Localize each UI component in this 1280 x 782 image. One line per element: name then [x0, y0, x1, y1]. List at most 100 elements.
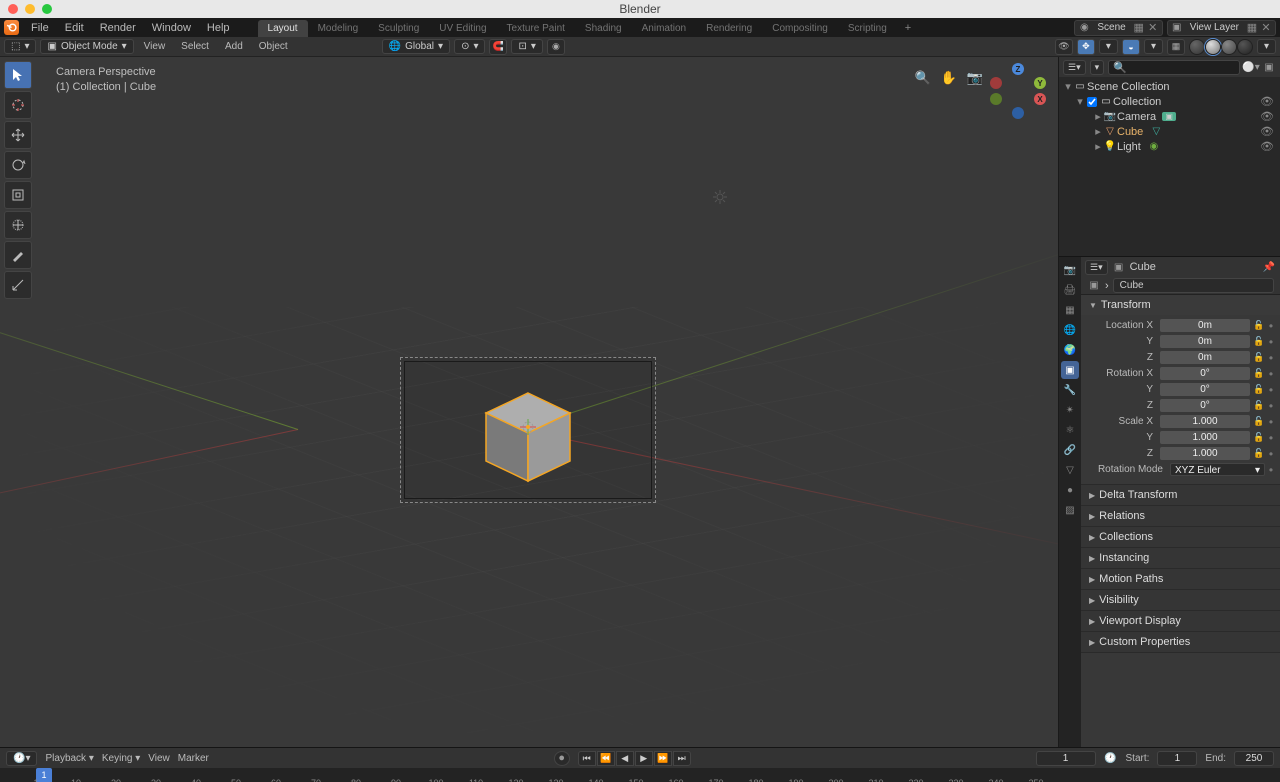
panel-header[interactable]: ▶Visibility: [1081, 590, 1280, 610]
nav-zoom-icon[interactable]: 🔍: [914, 69, 932, 87]
axis-z-handle[interactable]: Z: [1012, 63, 1024, 75]
outliner-collection[interactable]: ▾ ▭ Collection 👁: [1059, 94, 1280, 109]
jump-start-button[interactable]: ⏮: [578, 751, 596, 766]
workspace-tab-sculpting[interactable]: Sculpting: [368, 20, 429, 37]
workspace-tab-shading[interactable]: Shading: [575, 20, 632, 37]
ptab-scene[interactable]: 🌐: [1061, 321, 1079, 339]
lock-icon[interactable]: 🔓: [1253, 432, 1265, 443]
loc-x-field[interactable]: 0m: [1160, 319, 1250, 332]
axis-x-handle[interactable]: X: [1034, 93, 1046, 105]
scene-browse-icon[interactable]: ▦: [1132, 21, 1146, 34]
tool-move[interactable]: [4, 121, 32, 149]
panel-header[interactable]: ▶Collections: [1081, 527, 1280, 547]
outliner-search[interactable]: 🔍: [1108, 60, 1240, 75]
keyframe-prev-button[interactable]: ⏪: [597, 751, 615, 766]
menu-help[interactable]: Help: [199, 22, 238, 34]
lock-icon[interactable]: 🔓: [1253, 352, 1265, 363]
timeline-menu-playback[interactable]: Playback ▾: [45, 753, 93, 764]
snap-toggle[interactable]: 🧲: [489, 39, 507, 55]
overlay-dropdown[interactable]: ▾: [1144, 39, 1163, 54]
outliner-item-camera[interactable]: ▸ 📷 Camera ▣ 👁: [1059, 109, 1280, 124]
blender-logo-icon[interactable]: [4, 20, 19, 35]
eye-icon[interactable]: 👁: [1260, 95, 1274, 108]
rot-z-field[interactable]: 0°: [1160, 399, 1250, 412]
lock-icon[interactable]: 🔓: [1253, 368, 1265, 379]
start-frame-field[interactable]: 1: [1157, 751, 1197, 766]
panel-header[interactable]: ▶Viewport Display: [1081, 611, 1280, 631]
scale-z-field[interactable]: 1.000: [1160, 447, 1250, 460]
lock-icon[interactable]: 🔓: [1253, 416, 1265, 427]
anim-dot-icon[interactable]: •: [1268, 447, 1274, 461]
ptab-render[interactable]: 📷: [1061, 261, 1079, 279]
menu-render[interactable]: Render: [92, 22, 144, 34]
ptab-viewlayer[interactable]: ▦: [1061, 301, 1079, 319]
anim-dot-icon[interactable]: •: [1268, 399, 1274, 413]
menu-window[interactable]: Window: [144, 22, 199, 34]
disclosure-icon[interactable]: ▾: [1063, 80, 1073, 93]
tool-transform[interactable]: [4, 211, 32, 239]
editor-type-dropdown[interactable]: ⬚▾: [4, 39, 36, 54]
nav-pan-icon[interactable]: ✋: [940, 69, 958, 87]
disclosure-icon[interactable]: ▸: [1093, 125, 1103, 138]
vp-menu-object[interactable]: Object: [253, 41, 294, 52]
visibility-toggle[interactable]: 👁: [1055, 39, 1073, 55]
lock-icon[interactable]: 🔓: [1253, 384, 1265, 395]
axis-neg-y-handle[interactable]: [990, 93, 1002, 105]
panel-header[interactable]: ▶Instancing: [1081, 548, 1280, 568]
ptab-modifiers[interactable]: 🔧: [1061, 381, 1079, 399]
shading-dropdown[interactable]: ▾: [1257, 39, 1276, 54]
disclosure-icon[interactable]: ▸: [1093, 110, 1103, 123]
keyframe-next-button[interactable]: ⏩: [654, 751, 672, 766]
object-name-field[interactable]: Cube: [1113, 278, 1274, 293]
loc-z-field[interactable]: 0m: [1160, 351, 1250, 364]
ptab-output[interactable]: 🖨: [1061, 281, 1079, 299]
axis-neg-z-handle[interactable]: [1012, 107, 1024, 119]
shading-rendered[interactable]: [1237, 39, 1253, 55]
workspace-tab-compositing[interactable]: Compositing: [762, 20, 838, 37]
prop-edit-toggle[interactable]: ◉: [547, 39, 565, 55]
anim-dot-icon[interactable]: •: [1268, 415, 1274, 429]
loc-y-field[interactable]: 0m: [1160, 335, 1250, 348]
outliner-filter-icon[interactable]: ⚪▾: [1244, 60, 1258, 74]
preview-range-icon[interactable]: 🕐: [1104, 751, 1118, 765]
play-reverse-button[interactable]: ◀: [616, 751, 634, 766]
workspace-add-button[interactable]: +: [897, 19, 919, 37]
anim-dot-icon[interactable]: •: [1268, 351, 1274, 365]
disclosure-icon[interactable]: ▾: [1075, 95, 1085, 108]
ptab-texture[interactable]: ▨: [1061, 501, 1079, 519]
play-button[interactable]: ▶: [635, 751, 653, 766]
anim-dot-icon[interactable]: •: [1268, 335, 1274, 349]
shading-lookdev[interactable]: [1221, 39, 1237, 55]
ptab-constraints[interactable]: 🔗: [1061, 441, 1079, 459]
workspace-tab-scripting[interactable]: Scripting: [838, 20, 897, 37]
workspace-tab-modeling[interactable]: Modeling: [308, 20, 369, 37]
panel-header[interactable]: ▶Relations: [1081, 506, 1280, 526]
timeline-menu-view[interactable]: View: [148, 753, 170, 764]
anim-dot-icon[interactable]: •: [1268, 463, 1274, 477]
eye-icon[interactable]: 👁: [1260, 125, 1274, 138]
workspace-tab-rendering[interactable]: Rendering: [696, 20, 762, 37]
3d-viewport[interactable]: Camera Perspective (1) Collection | Cube…: [0, 57, 1058, 747]
viewlayer-browse-icon[interactable]: ▦: [1245, 21, 1259, 34]
rot-y-field[interactable]: 0°: [1160, 383, 1250, 396]
pin-icon[interactable]: 📌: [1262, 260, 1276, 274]
mode-dropdown[interactable]: ▣Object Mode ▾: [40, 39, 133, 54]
collection-enable-checkbox[interactable]: [1087, 97, 1097, 107]
menu-edit[interactable]: Edit: [57, 22, 92, 34]
scene-selector[interactable]: ◉ Scene ▦ ✕: [1074, 20, 1162, 36]
eye-icon[interactable]: 👁: [1260, 140, 1274, 153]
panel-header[interactable]: ▶Delta Transform: [1081, 485, 1280, 505]
vp-menu-select[interactable]: Select: [175, 41, 215, 52]
gizmo-dropdown[interactable]: ▾: [1099, 39, 1118, 54]
panel-header-transform[interactable]: ▼Transform: [1081, 295, 1280, 315]
current-frame-field[interactable]: 1: [1036, 751, 1096, 766]
outliner-item-cube[interactable]: ▸ ▽ Cube ▽ 👁: [1059, 124, 1280, 139]
ptab-world[interactable]: 🌍: [1061, 341, 1079, 359]
lock-icon[interactable]: 🔓: [1253, 320, 1265, 331]
workspace-tab-texturepaint[interactable]: Texture Paint: [497, 20, 575, 37]
axis-y-handle[interactable]: Y: [1034, 77, 1046, 89]
outliner-display-dropdown[interactable]: ▾: [1090, 60, 1105, 75]
menu-file[interactable]: File: [23, 22, 57, 34]
snap-dropdown[interactable]: ⊡▾: [511, 39, 542, 54]
workspace-tab-animation[interactable]: Animation: [632, 20, 696, 37]
